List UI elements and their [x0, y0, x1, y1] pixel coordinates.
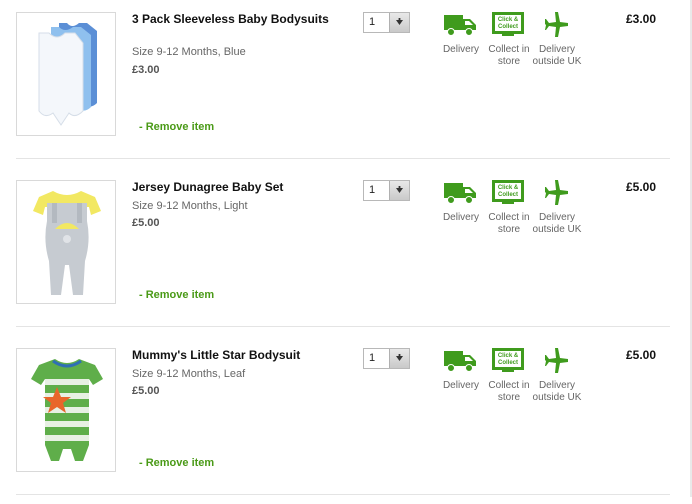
unit-price: £5.00 [132, 217, 160, 229]
collect-label: Collect in store [483, 212, 535, 236]
abroad-label-line2: outside UK [532, 224, 582, 235]
collect-label-line2: store [497, 224, 521, 235]
unit-price: £3.00 [132, 64, 160, 76]
quantity-value: 1 [369, 184, 376, 196]
svg-text:Click &: Click & [498, 185, 519, 191]
basket-list: 3 Pack Sleeveless Baby Bodysuits Size 9-… [0, 0, 692, 497]
remove-item-link[interactable]: - Remove item [139, 120, 279, 134]
line-price: £5.00 [625, 180, 656, 194]
product-title[interactable]: 3 Pack Sleeveless Baby Bodysuits [132, 12, 342, 27]
abroad-label-line2: outside UK [532, 392, 582, 403]
chevron-down-icon[interactable] [389, 181, 409, 200]
delivery-label: Delivery [442, 380, 480, 391]
basket-item: Jersey Dunagree Baby Set Size 9-12 Month… [0, 168, 692, 336]
unit-price: £5.00 [132, 385, 160, 397]
chevron-down-icon[interactable] [389, 349, 409, 368]
star-bodysuit-image [31, 359, 103, 461]
quantity-value: 1 [369, 16, 376, 28]
abroad-label-line1: Delivery [538, 44, 576, 55]
airplane-icon [545, 348, 568, 373]
product-image[interactable] [16, 348, 116, 472]
airplane-icon [545, 12, 568, 37]
quantity-select[interactable]: 1 [363, 348, 410, 369]
svg-text:Click &: Click & [498, 17, 519, 23]
collect-label-line1: Collect in [488, 44, 530, 55]
svg-text:Collect: Collect [498, 360, 518, 366]
product-size: Size 9-12 Months, Blue [132, 46, 246, 58]
product-title[interactable]: Jersey Dunagree Baby Set [132, 180, 342, 195]
baby-bodysuits-image [38, 23, 97, 126]
collect-label: Collect in store [483, 44, 535, 68]
product-size: Size 9-12 Months, Leaf [132, 368, 246, 380]
click-collect-icon: Click & Collect [492, 12, 524, 36]
line-price: £3.00 [625, 12, 656, 26]
divider [16, 326, 670, 327]
line-price: £5.00 [625, 348, 656, 362]
svg-text:Collect: Collect [498, 192, 518, 198]
click-collect-icon: Click & Collect [492, 348, 524, 372]
product-size: Size 9-12 Months, Light [132, 200, 248, 212]
collect-label-line1: Collect in [488, 212, 530, 223]
remove-item-link[interactable]: - Remove item [139, 288, 279, 302]
divider [16, 158, 670, 159]
basket-item: Mummy's Little Star Bodysuit Size 9-12 M… [0, 336, 692, 504]
abroad-label: Delivery outside UK [529, 44, 585, 68]
abroad-label-line1: Delivery [538, 380, 576, 391]
divider [16, 494, 670, 495]
abroad-label-line1: Delivery [538, 212, 576, 223]
truck-icon [444, 15, 476, 36]
collect-label-line2: store [497, 392, 521, 403]
truck-icon [444, 183, 476, 204]
product-image[interactable] [16, 180, 116, 304]
abroad-label: Delivery outside UK [529, 212, 585, 236]
abroad-label-line2: outside UK [532, 56, 582, 67]
click-collect-icon: Click & Collect [492, 180, 524, 204]
collect-label: Collect in store [483, 380, 535, 404]
quantity-value: 1 [369, 352, 376, 364]
collect-label-line1: Collect in [488, 380, 530, 391]
delivery-label: Delivery [442, 212, 480, 223]
dungaree-set-image [33, 191, 101, 295]
basket-item: 3 Pack Sleeveless Baby Bodysuits Size 9-… [0, 0, 692, 168]
quantity-select[interactable]: 1 [363, 180, 410, 201]
svg-text:Click &: Click & [498, 353, 519, 359]
delivery-label: Delivery [442, 44, 480, 55]
svg-text:Collect: Collect [498, 24, 518, 30]
abroad-label: Delivery outside UK [529, 380, 585, 404]
remove-item-link[interactable]: - Remove item [139, 456, 279, 470]
product-image[interactable] [16, 12, 116, 136]
chevron-down-icon[interactable] [389, 13, 409, 32]
airplane-icon [545, 180, 568, 205]
collect-label-line2: store [497, 56, 521, 67]
truck-icon [444, 351, 476, 372]
quantity-select[interactable]: 1 [363, 12, 410, 33]
product-title[interactable]: Mummy's Little Star Bodysuit [132, 348, 342, 363]
